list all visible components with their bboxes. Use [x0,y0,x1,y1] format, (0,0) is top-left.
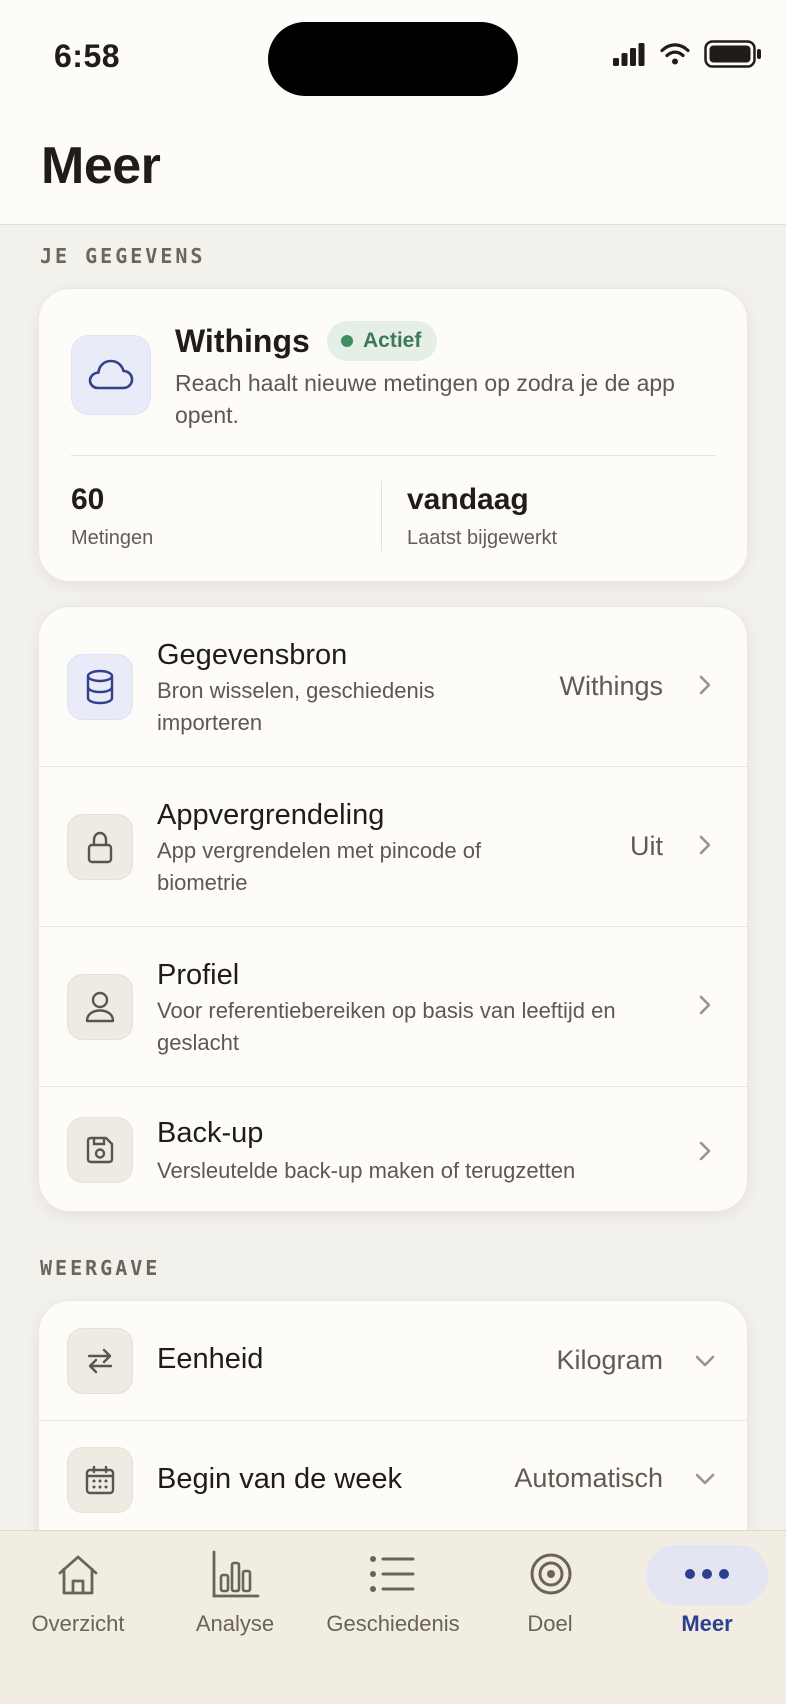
chevron-right-icon [699,1141,711,1161]
chevron-down-icon [695,1355,715,1367]
target-icon [530,1553,572,1595]
setting-subtitle: Versleutelde back-up maken of terugzette… [157,1158,576,1183]
list-icon [370,1556,415,1592]
setting-title: Appvergrendeling [157,799,385,831]
setting-row-app-lock[interactable]: Appvergrendeling App vergrendelen met pi… [39,767,747,927]
status-icons [612,40,762,68]
wifi-icon [660,43,690,65]
tab-label: Doel [527,1611,573,1636]
tab-analysis[interactable]: Analyse [165,1531,305,1661]
stat-separator [381,481,382,551]
stat-label: Laatst bijgewerkt [407,527,558,549]
more-screen: 6:58 Meer JE GEGEVENS Withings Actief Re… [0,0,786,1704]
dynamic-island [268,22,518,96]
setting-subtitle: Voor referentiebereiken op basis van lee… [157,998,616,1055]
setting-row-unit[interactable]: Eenheid Kilogram [39,1301,747,1421]
setting-row-profile[interactable]: Profiel Voor referentiebereiken op basis… [39,927,747,1087]
settings-list: Gegevensbron Bron wisselen, geschiedenis… [38,606,748,1212]
calendar-icon [85,1465,115,1495]
setting-title: Eenheid [157,1343,264,1375]
more-icon [685,1569,729,1579]
setting-row-data-source[interactable]: Gegevensbron Bron wisselen, geschiedenis… [39,607,747,767]
setting-value: Uit [630,831,663,861]
stat-value: 60 [71,483,105,516]
tab-goal[interactable]: Doel [480,1531,620,1661]
tab-label: Geschiedenis [326,1611,460,1636]
tab-bar: Overzicht Analyse Geschiedenis Doel Meer [0,1530,786,1704]
tab-overview[interactable]: Overzicht [8,1531,148,1661]
database-icon [86,669,114,705]
setting-subtitle: Bron wisselen, geschiedenis importeren [157,678,435,735]
divider [71,455,715,456]
withings-title: Withings [175,323,310,359]
tab-label: Overzicht [31,1611,125,1636]
calendar-icon-box [67,1447,133,1513]
lock-icon-box [67,814,133,880]
chevron-down-icon [695,1473,715,1485]
save-icon-box [67,1117,133,1183]
swap-icon-box [67,1328,133,1394]
cloud-icon [88,359,134,390]
setting-row-backup[interactable]: Back-up Versleutelde back-up maken of te… [39,1087,747,1211]
chevron-right-icon [699,835,711,855]
battery-icon [704,40,761,68]
active-dot-icon [341,335,353,347]
user-icon [85,991,115,1023]
status-badge-label: Actief [363,329,422,352]
status-time: 6:58 [54,38,121,74]
database-icon-box [67,654,133,720]
bar-chart-icon [212,1550,260,1598]
setting-title: Back-up [157,1117,264,1149]
withings-description: Reach haalt nieuwe metingen op zodra je … [175,370,675,428]
withings-card[interactable]: Withings Actief Reach haalt nieuwe metin… [38,288,748,582]
home-icon [58,1555,98,1595]
stat-last-updated: vandaag Laatst bijgewerkt [407,483,557,550]
stat-measurements: 60 Metingen [71,483,153,550]
tab-more[interactable]: Meer [636,1531,778,1661]
stat-value: vandaag [407,483,529,516]
section-label-data: JE GEGEVENS [40,244,206,268]
chevron-right-icon [699,995,711,1015]
swap-icon [87,1348,113,1374]
lock-icon [87,831,113,864]
tab-label: Meer [681,1611,733,1636]
setting-value: Withings [559,671,663,701]
setting-title: Gegevensbron [157,639,348,671]
header: 6:58 Meer [0,0,786,225]
setting-value[interactable]: Kilogram [556,1345,663,1376]
cloud-icon-box [71,335,151,415]
tab-history[interactable]: Geschiedenis [318,1531,468,1661]
tab-label: Analyse [195,1611,275,1636]
setting-subtitle: App vergrendelen met pincode of biometri… [157,838,482,895]
signal-icon [613,43,645,66]
display-settings-list: Eenheid Kilogram Begin van de week Autom… [38,1300,748,1560]
user-icon-box [67,974,133,1040]
chevron-right-icon [699,675,711,695]
setting-value[interactable]: Automatisch [514,1463,663,1494]
setting-title: Profiel [157,959,240,991]
stat-label: Metingen [71,527,154,549]
section-label-display: WEERGAVE [40,1256,161,1280]
status-badge: Actief [327,321,438,361]
setting-title: Begin van de week [157,1463,403,1495]
page-title: Meer [41,137,161,195]
save-icon [86,1136,114,1164]
